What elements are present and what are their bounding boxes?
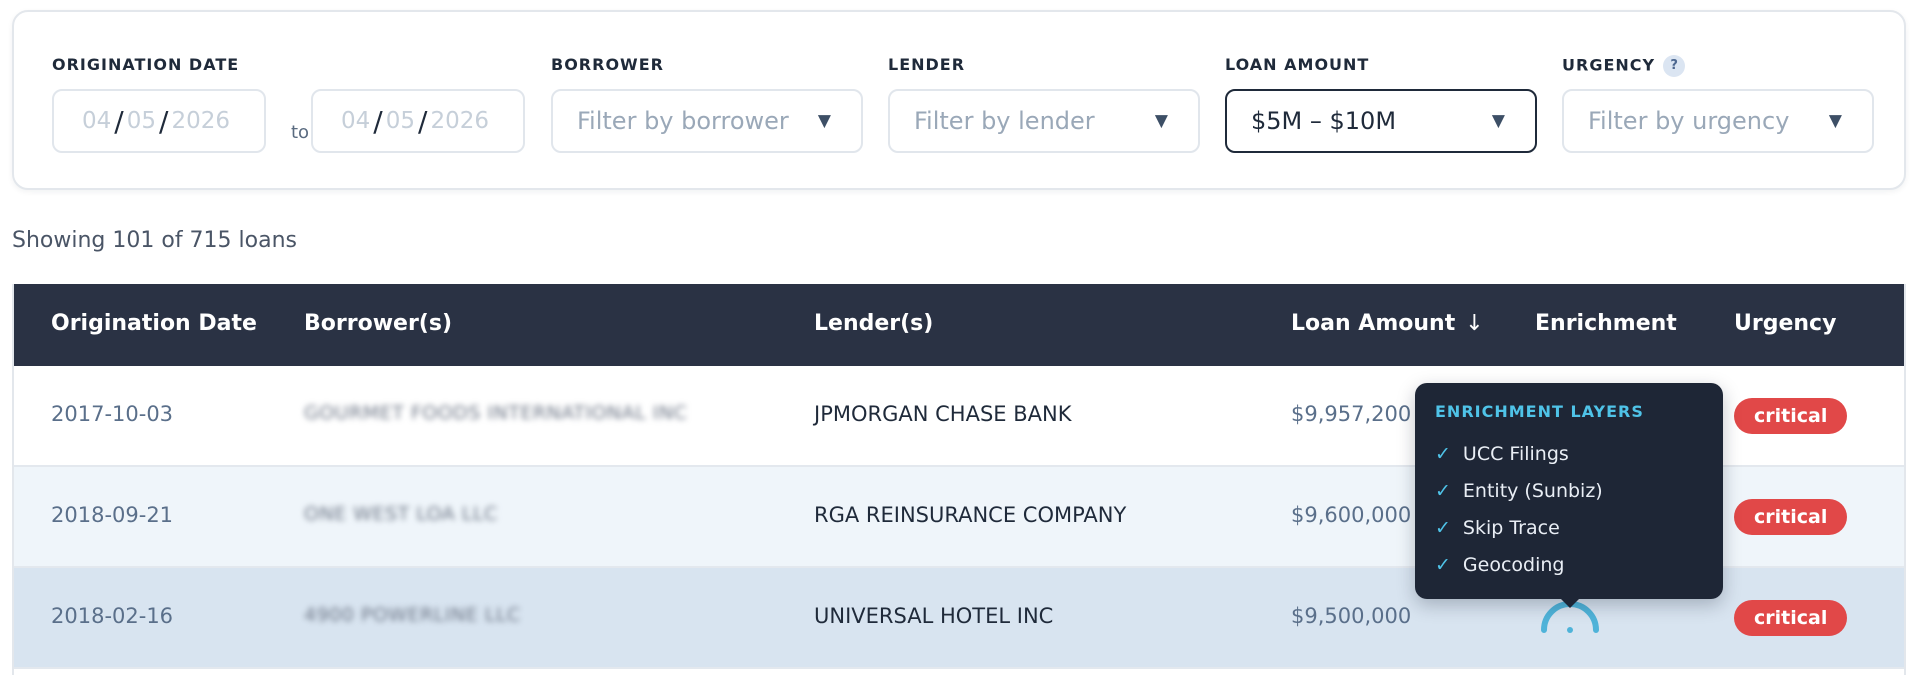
lender-filter-placeholder: Filter by lender <box>914 107 1095 135</box>
check-icon: ✓ <box>1435 480 1451 502</box>
tooltip-item-label: Geocoding <box>1462 554 1565 576</box>
date-from-month: 04 <box>82 108 112 134</box>
cell-origination-date: 2018-09-21 <box>51 503 174 527</box>
loan-amount-filter-select[interactable]: $5M – $10M ▼ <box>1225 89 1537 153</box>
tooltip-item-label: UCC Filings <box>1462 443 1569 465</box>
date-to-input[interactable]: 04/05/2026 <box>311 89 525 153</box>
chevron-down-icon: ▼ <box>1154 111 1168 131</box>
column-header-loan-amount[interactable]: Loan Amount ↓ <box>1291 311 1484 336</box>
filter-panel: ORIGINATION DATE 04/05/2026 to 04/05/202… <box>12 10 1906 190</box>
date-from-year: 2026 <box>171 108 230 134</box>
borrower-filter-placeholder: Filter by borrower <box>577 107 789 135</box>
urgency-badge: critical <box>1734 600 1848 636</box>
date-to-year: 2026 <box>430 108 489 134</box>
chevron-down-icon: ▼ <box>817 111 831 131</box>
column-header-borrowers[interactable]: Borrower(s) <box>304 311 452 336</box>
borrower-filter-select[interactable]: Filter by borrower ▼ <box>551 89 863 153</box>
loan-amount-filter-value: $5M – $10M <box>1251 107 1397 135</box>
chevron-down-icon: ▼ <box>1828 111 1842 131</box>
cell-origination-date: 2018-02-16 <box>51 604 174 628</box>
column-header-enrichment[interactable]: Enrichment <box>1535 311 1677 336</box>
help-icon[interactable]: ? <box>1663 55 1686 77</box>
tooltip-item: ✓ Geocoding <box>1435 554 1564 576</box>
tooltip-item-label: Entity (Sunbiz) <box>1462 480 1603 502</box>
cell-lender: UNIVERSAL HOTEL INC <box>814 604 1054 628</box>
date-range-to-label: to <box>291 122 310 143</box>
tooltip-item: ✓ UCC Filings <box>1435 443 1569 465</box>
chevron-down-icon: ▼ <box>1491 111 1505 131</box>
column-header-origination-date[interactable]: Origination Date <box>51 311 257 336</box>
urgency-filter-label-text: URGENCY <box>1562 55 1656 75</box>
tooltip-item: ✓ Skip Trace <box>1435 517 1560 539</box>
loan-amount-filter-label: LOAN AMOUNT <box>1225 55 1370 74</box>
tooltip-item-label: Skip Trace <box>1462 517 1560 539</box>
date-from-input[interactable]: 04/05/2026 <box>52 89 266 153</box>
tooltip-title: ENRICHMENT LAYERS <box>1435 402 1644 421</box>
cell-loan-amount: $9,957,200 <box>1291 402 1412 426</box>
cell-borrower-redacted: 4900 POWERLINE LLC <box>304 604 521 626</box>
column-header-urgency[interactable]: Urgency <box>1734 311 1836 336</box>
column-header-loan-amount-label: Loan Amount <box>1291 311 1456 336</box>
cell-origination-date: 2017-10-03 <box>51 402 174 426</box>
lender-filter-label: LENDER <box>888 55 966 74</box>
origination-date-label: ORIGINATION DATE <box>52 55 240 74</box>
check-icon: ✓ <box>1435 554 1451 576</box>
cell-loan-amount: $9,500,000 <box>1291 604 1412 628</box>
tooltip-item: ✓ Entity (Sunbiz) <box>1435 480 1603 502</box>
urgency-badge: critical <box>1734 398 1848 434</box>
cell-lender: JPMORGAN CHASE BANK <box>814 402 1072 426</box>
date-from-day: 05 <box>126 108 156 134</box>
urgency-filter-placeholder: Filter by urgency <box>1588 107 1790 135</box>
check-icon: ✓ <box>1435 517 1451 539</box>
cell-borrower-redacted: ONE WEST LOA LLC <box>304 503 498 525</box>
urgency-badge: critical <box>1734 499 1848 535</box>
date-to-month: 04 <box>341 108 371 134</box>
enrichment-tooltip: ENRICHMENT LAYERS ✓ UCC Filings ✓ Entity (… <box>1415 383 1723 608</box>
column-header-lenders[interactable]: Lender(s) <box>814 311 933 336</box>
urgency-filter-label: URGENCY? <box>1562 55 1686 77</box>
urgency-filter-select[interactable]: Filter by urgency ▼ <box>1562 89 1874 153</box>
cell-loan-amount: $9,600,000 <box>1291 503 1412 527</box>
check-icon: ✓ <box>1435 443 1451 465</box>
results-count: Showing 101 of 715 loans <box>12 228 298 253</box>
arrow-down-icon: ↓ <box>1465 311 1484 336</box>
cell-borrower-redacted: GOURMET FOODS INTERNATIONAL INC <box>304 402 688 424</box>
date-to-day: 05 <box>385 108 415 134</box>
table-header: Origination Date Borrower(s) Lender(s) L… <box>14 284 1904 366</box>
cell-lender: RGA REINSURANCE COMPANY <box>814 503 1127 527</box>
lender-filter-select[interactable]: Filter by lender ▼ <box>888 89 1200 153</box>
borrower-filter-label: BORROWER <box>551 55 664 74</box>
